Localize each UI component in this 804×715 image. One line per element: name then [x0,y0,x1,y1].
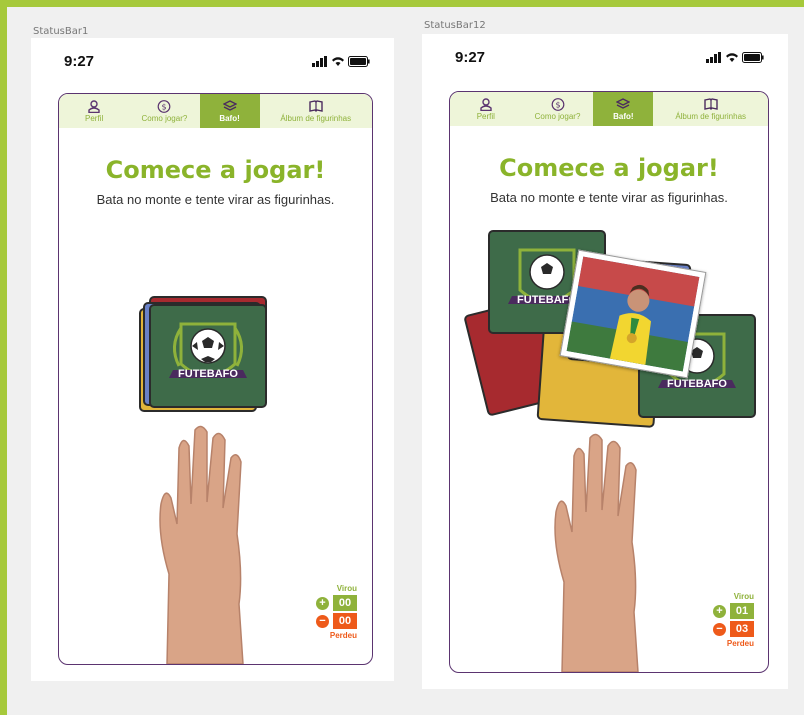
tab-label: Perfil [85,113,104,123]
signal-icon [312,56,327,67]
wifi-icon [332,57,344,66]
status-icons [706,52,764,63]
sticker-title: FUTEBAFO [667,378,727,390]
tab-label: Álbum de figurinhas [675,111,747,121]
virou-label: Virou [336,584,357,593]
book-icon [703,97,718,110]
screen-label-2: StatusBar12 [424,20,486,31]
perdeu-label: Perdeu [329,631,357,640]
battery-icon [742,52,764,63]
screen-label-1: StatusBar1 [33,26,89,37]
tab-como-jogar[interactable]: $ Como jogar? [522,92,594,126]
minus-button[interactable]: − [316,614,329,628]
tab-album[interactable]: Álbum de figurinhas [260,94,372,128]
perdeu-count: 03 [730,621,754,637]
profile-icon [88,99,100,113]
profile-icon [480,97,492,111]
tab-label: Álbum de figurinhas [280,113,352,123]
tab-como-jogar[interactable]: $ Como jogar? [129,94,199,128]
signal-icon [706,52,721,63]
scattered-stickers[interactable]: FUTEBAFO FUTEBAFO [460,230,760,430]
minus-button[interactable]: − [713,622,726,636]
plus-button[interactable]: + [316,596,329,610]
game-panel: Perfil $ Como jogar? Bafo! Álbum de figu… [449,91,769,673]
sticker-title: FUTEBAFO [178,368,238,380]
status-time: 9:27 [455,49,486,66]
tab-label: Bafo! [219,113,240,123]
tab-bar: Perfil $ Como jogar? Bafo! Álbum de figu… [59,94,372,128]
virou-label: Virou [733,592,754,601]
wifi-icon [726,53,738,62]
svg-text:$: $ [162,102,167,111]
battery-icon [348,56,370,67]
layers-icon [616,97,631,109]
game-panel: Perfil $ Como jogar? Bafo! Álbum de figu… [58,93,373,665]
hand-image [159,425,244,664]
phone-screen-2: 9:27 Perfil $ Como jogar? Bafo! Álbum de… [422,34,788,689]
tab-perfil[interactable]: Perfil [450,92,522,126]
status-time: 9:27 [64,53,95,70]
tab-bar: Perfil $ Como jogar? Bafo! Álbum de figu… [450,92,768,126]
tab-label: Como jogar? [534,111,581,121]
tab-label: Como jogar? [141,113,188,123]
hand-image [554,433,639,672]
soccer-ball-icon [169,322,247,378]
page-subtitle: Bata no monte e tente virar as figurinha… [490,190,728,205]
perdeu-count: 00 [333,613,357,629]
virou-count: 00 [333,595,357,611]
phone-screen-1: 9:27 Perfil $ Como jogar? Bafo! Álbum de… [31,38,394,681]
svg-text:$: $ [555,100,560,109]
player-photo-sticker [559,249,707,379]
help-icon: $ [551,97,564,111]
score-counter: Virou + 01 − 03 Perdeu [700,592,754,648]
tab-perfil[interactable]: Perfil [59,94,129,128]
page-title: Comece a jogar! [105,156,326,184]
tab-label: Perfil [476,111,495,121]
sticker-stack[interactable]: FUTEBAFO [139,294,269,424]
page-subtitle: Bata no monte e tente virar as figurinha… [96,192,335,207]
tab-bafo[interactable]: Bafo! [593,92,654,126]
sticker-card: FUTEBAFO [149,304,267,408]
book-icon [309,99,323,112]
plus-button[interactable]: + [713,604,726,618]
score-counter: Virou + 00 − 00 Perdeu [307,584,357,640]
layers-icon [222,99,237,111]
player-photo [566,256,700,372]
tab-label: Bafo! [613,111,634,121]
help-icon: $ [158,99,171,113]
tab-album[interactable]: Álbum de figurinhas [653,92,768,126]
tab-bafo[interactable]: Bafo! [199,94,260,128]
virou-count: 01 [730,603,754,619]
perdeu-label: Perdeu [726,639,754,648]
page-title: Comece a jogar! [499,154,719,182]
status-icons [312,56,370,67]
